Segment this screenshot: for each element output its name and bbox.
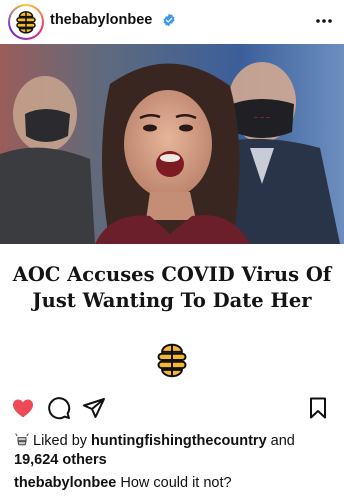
- action-bar: [0, 396, 344, 422]
- caption-username[interactable]: thebabylonbee: [14, 475, 116, 491]
- more-horizontal-icon[interactable]: [314, 13, 334, 29]
- likes-user[interactable]: huntingfishingthecountry: [91, 433, 267, 449]
- comment-icon[interactable]: [47, 396, 71, 420]
- verified-badge-icon: [163, 13, 175, 27]
- svg-text:~ ~ ~: ~ ~ ~: [254, 115, 270, 122]
- headline-line-1: AOC Accuses COVID Virus Of: [12, 263, 332, 286]
- heart-filled-icon[interactable]: [11, 396, 35, 420]
- caption-text: How could it not?: [120, 475, 232, 491]
- post-caption: thebabylonbee How could it not?: [14, 474, 340, 493]
- babylon-bee-logo-icon: [16, 11, 36, 34]
- avatar[interactable]: [8, 4, 44, 40]
- headline-line-2: Just Wanting To Date Her: [32, 289, 312, 312]
- likes-summary: Liked by huntingfishingthecountry and 19…: [14, 432, 334, 470]
- post-image[interactable]: ~ ~ ~: [0, 44, 344, 244]
- likes-others[interactable]: 19,624 others: [14, 452, 107, 468]
- send-icon[interactable]: [82, 396, 106, 420]
- babylon-bee-logo-icon: [157, 343, 187, 378]
- news-photo: ~ ~ ~: [0, 44, 344, 244]
- post-header: thebabylonbee: [0, 0, 344, 44]
- likes-prefix: Liked by: [33, 433, 88, 449]
- bookmark-icon[interactable]: [306, 396, 330, 420]
- post-headline: AOC Accuses COVID Virus Of Just Wanting …: [0, 262, 344, 314]
- liker-avatar-icon: [15, 433, 29, 446]
- likes-connector: and: [270, 433, 295, 449]
- post-username[interactable]: thebabylonbee: [50, 12, 152, 28]
